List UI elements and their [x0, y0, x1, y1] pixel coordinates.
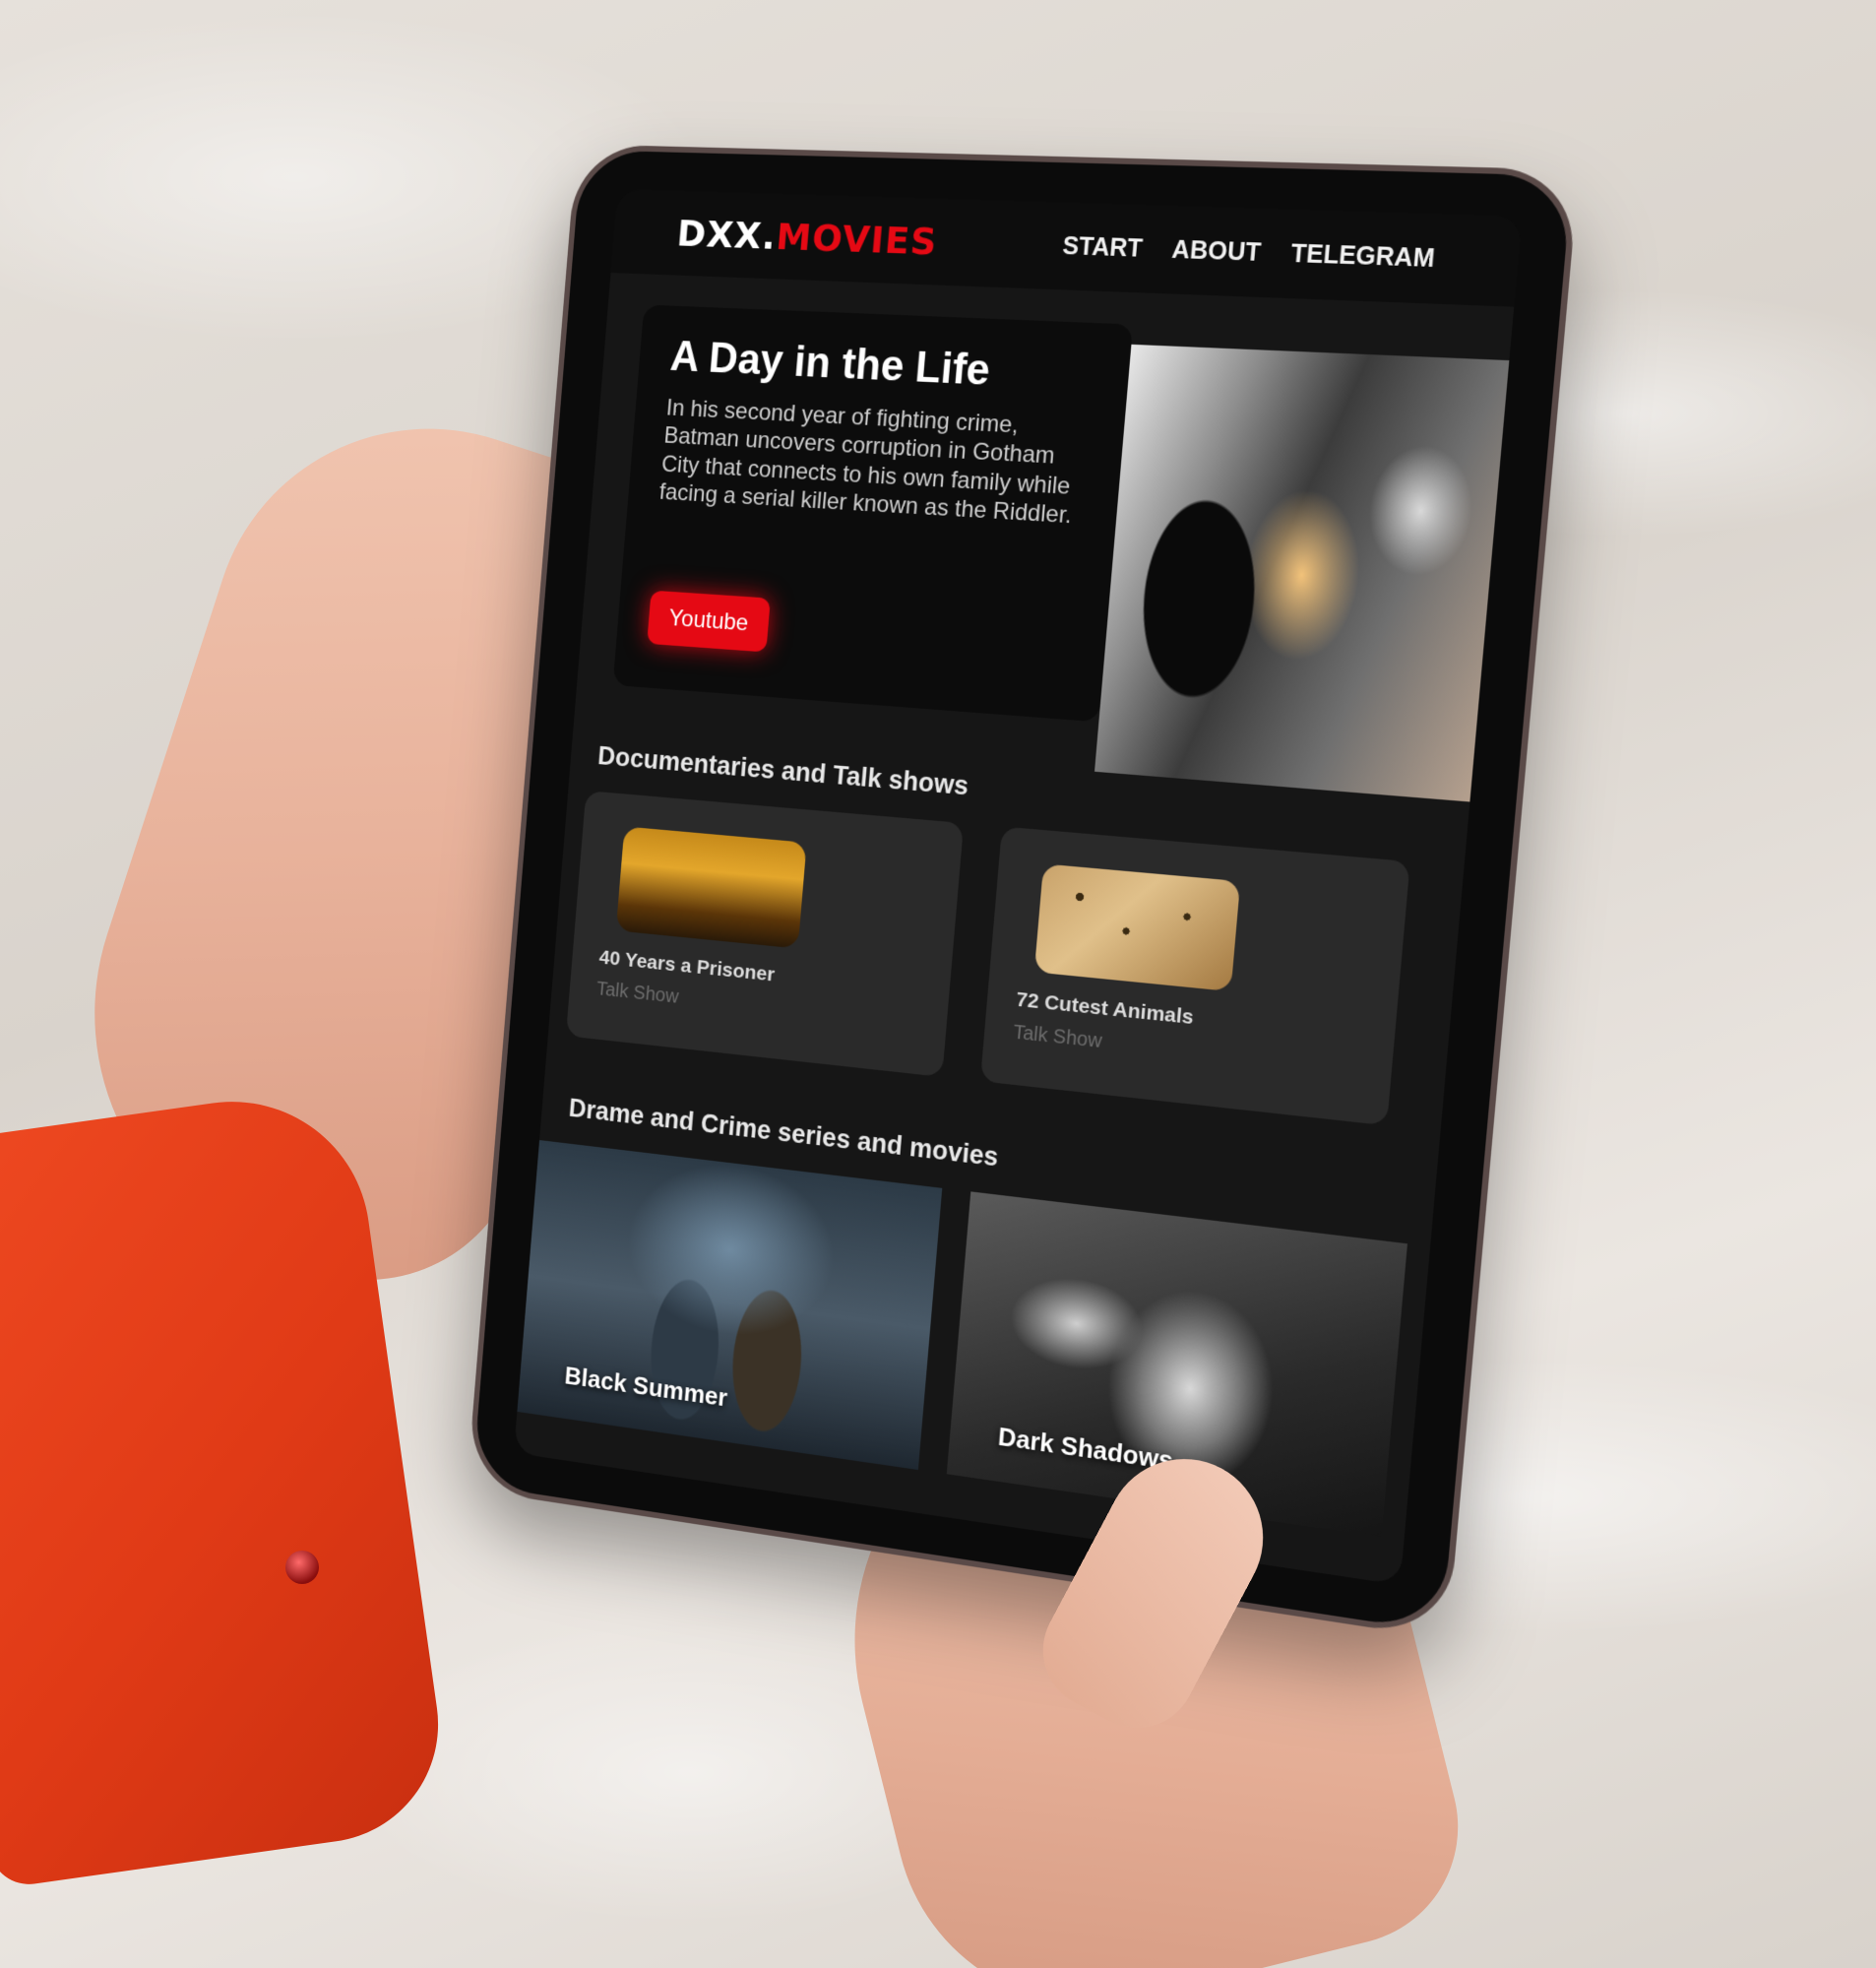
documentaries-row: 40 Years a Prisoner Talk Show 72 Cutest …: [565, 791, 1465, 1131]
youtube-button[interactable]: Youtube: [647, 590, 772, 653]
nav-link-about[interactable]: ABOUT: [1170, 235, 1263, 268]
nav-links: START ABOUT TELEGRAM: [1061, 231, 1436, 274]
tablet-device: DXX.MOVIES START ABOUT TELEGRAM A Day in…: [466, 144, 1580, 1640]
card-40-years-a-prisoner[interactable]: 40 Years a Prisoner Talk Show: [565, 791, 965, 1077]
hero-image: [1094, 344, 1510, 802]
hero-section: A Day in the Life In his second year of …: [612, 304, 1512, 802]
movie-title: Black Summer: [563, 1361, 729, 1413]
sleeve-button: [285, 1551, 319, 1584]
photo-background: DXX.MOVIES START ABOUT TELEGRAM A Day in…: [0, 0, 1876, 1968]
main-content: A Day in the Life In his second year of …: [513, 273, 1515, 1585]
logo-prefix: DXX.: [675, 212, 779, 258]
card-black-summer[interactable]: Black Summer: [517, 1140, 943, 1471]
nav-link-telegram[interactable]: TELEGRAM: [1289, 239, 1435, 274]
site-logo[interactable]: DXX.MOVIES: [675, 212, 939, 263]
nav-link-start[interactable]: START: [1061, 231, 1144, 263]
thumbnail-72-cutest-animals: [1033, 863, 1241, 992]
hero-title: A Day in the Life: [668, 332, 992, 395]
tablet-screen: DXX.MOVIES START ABOUT TELEGRAM A Day in…: [513, 188, 1523, 1585]
thumbnail-40-years-a-prisoner: [615, 826, 807, 949]
logo-suffix: MOVIES: [774, 215, 940, 264]
hero-description: In his second year of fighting crime, Ba…: [657, 395, 1074, 530]
hero-card: A Day in the Life In his second year of …: [612, 304, 1134, 723]
card-72-cutest-animals[interactable]: 72 Cutest Animals Talk Show: [979, 826, 1410, 1126]
